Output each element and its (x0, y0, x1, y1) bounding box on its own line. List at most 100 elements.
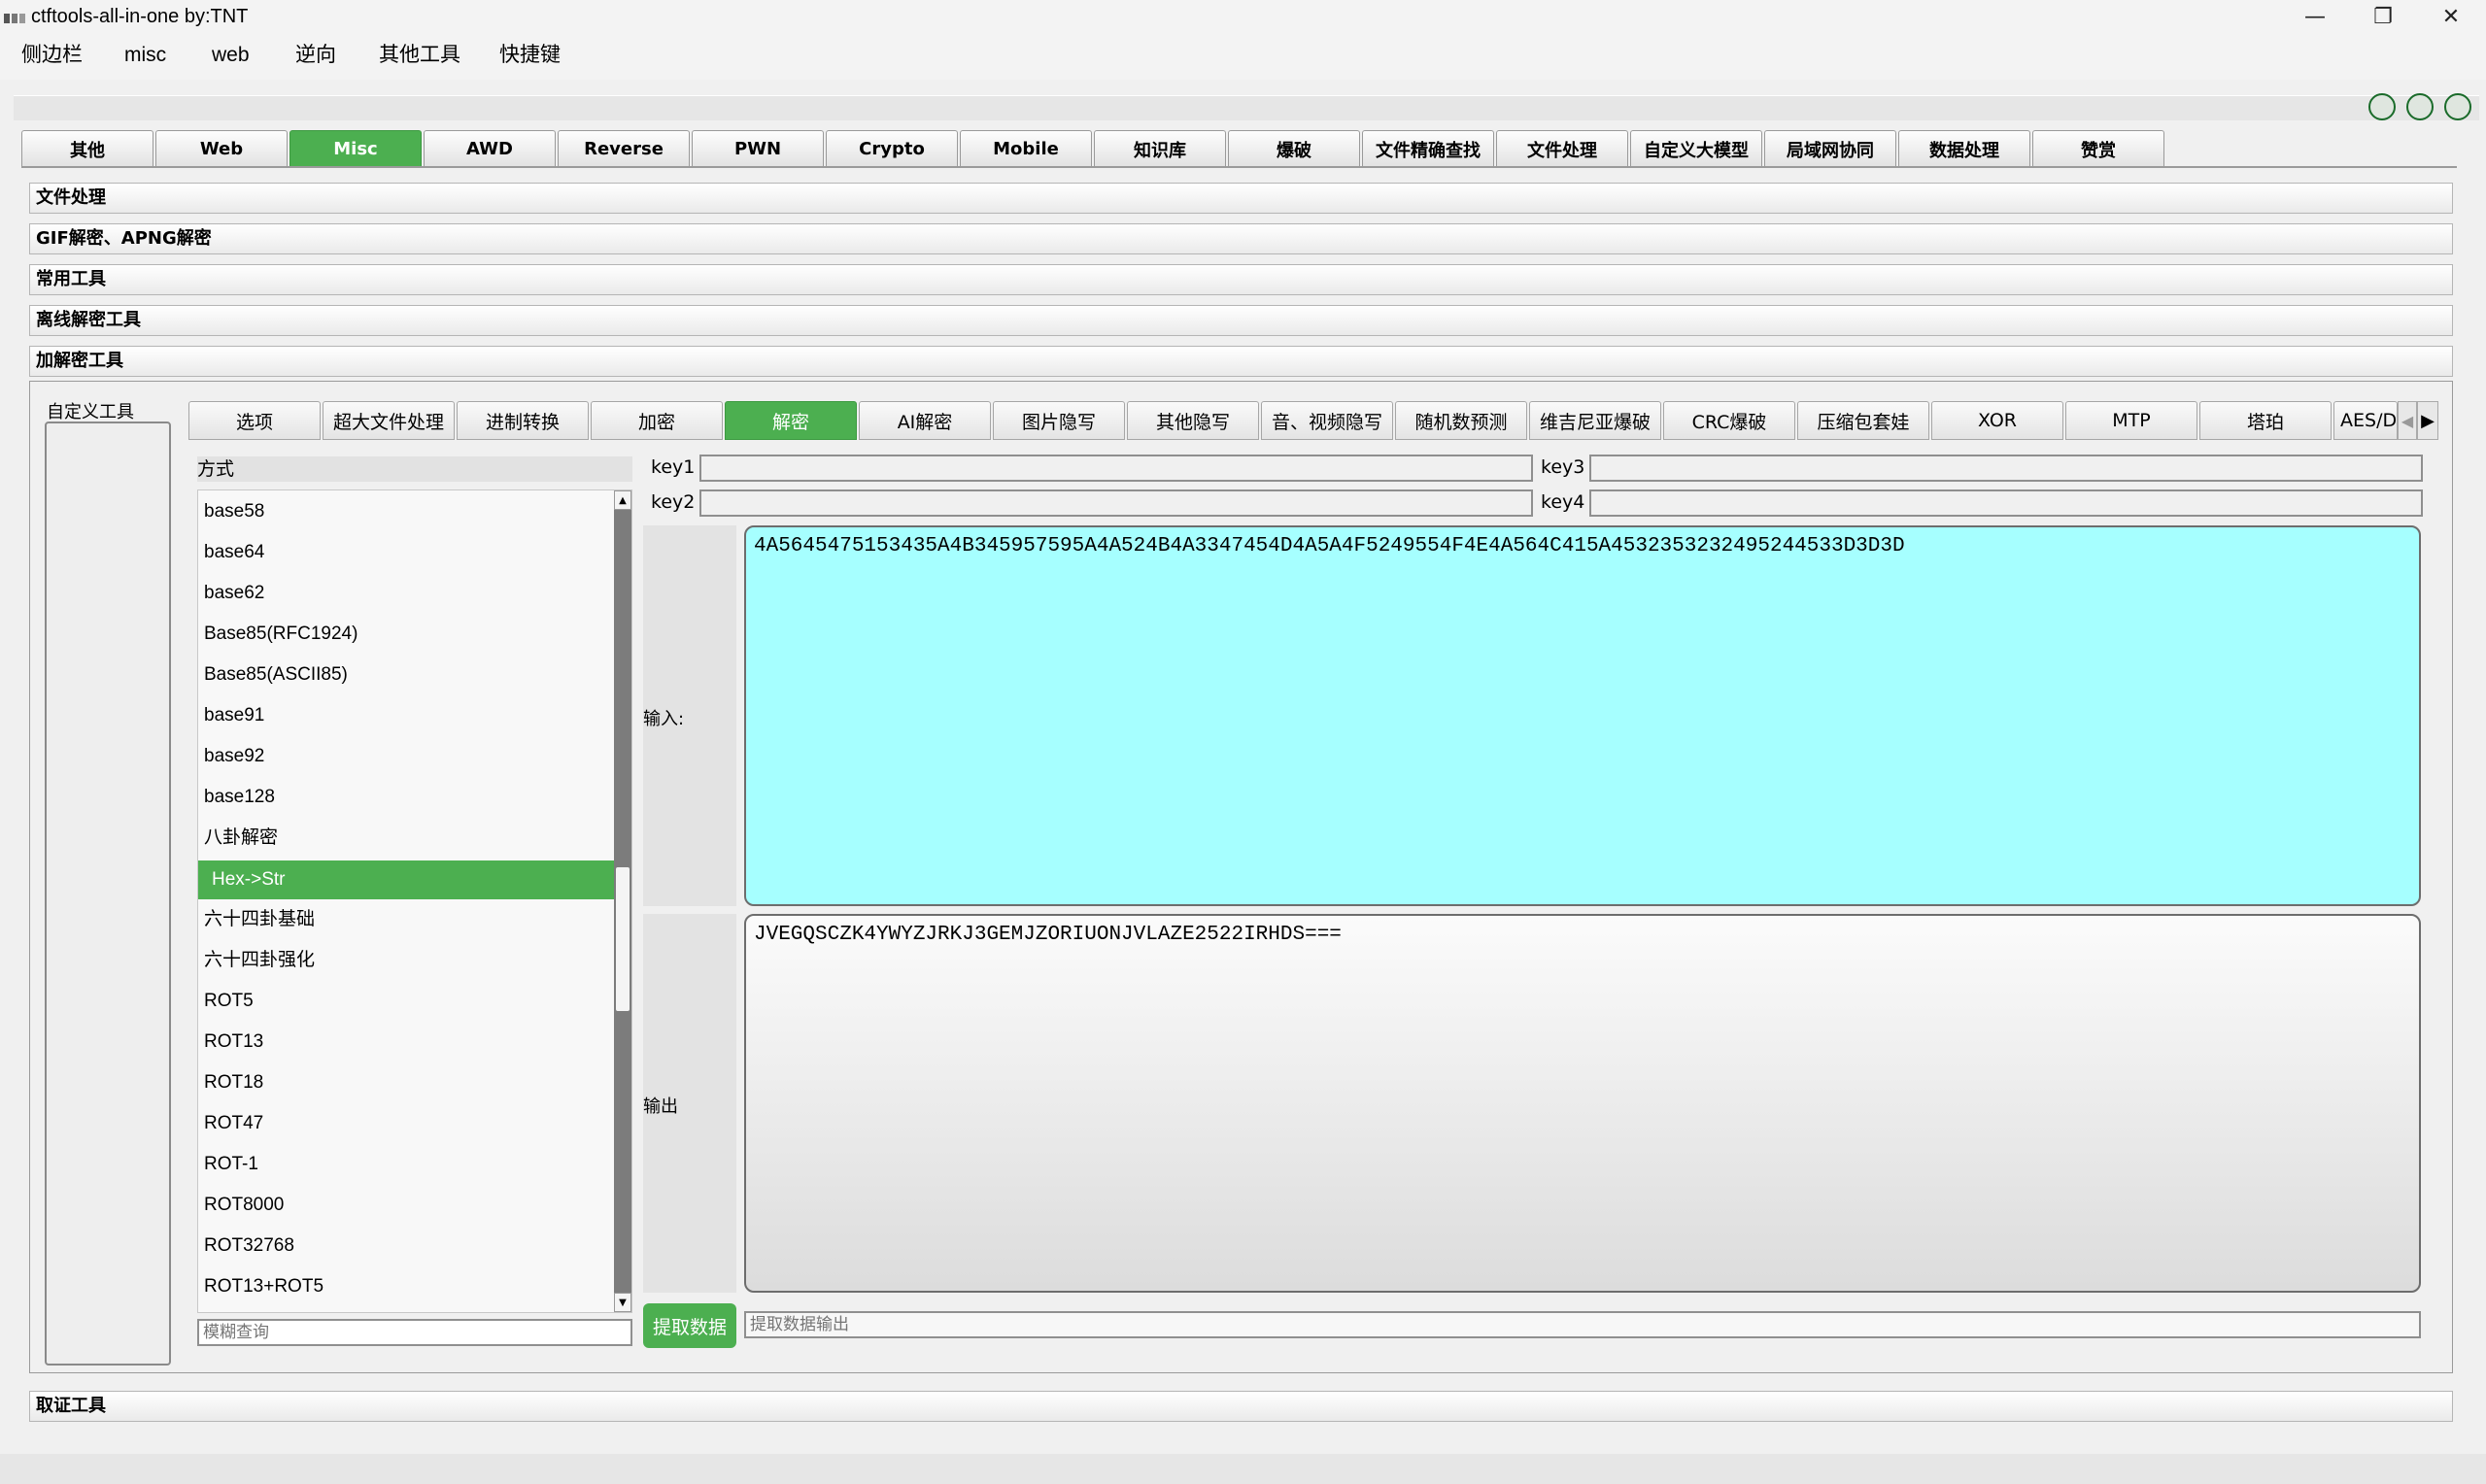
menu-bar (0, 33, 2486, 80)
key4-field[interactable] (1589, 489, 2423, 517)
subtab-image-stego[interactable]: 图片隐写 (993, 401, 1125, 440)
accordion-offline-decrypt[interactable]: 离线解密工具 (29, 305, 2453, 336)
subtab-crc-brute[interactable]: CRC爆破 (1663, 401, 1795, 440)
tab-divider (21, 166, 2457, 168)
menu-web[interactable]: web (212, 39, 250, 72)
accordion-common-tools[interactable]: 常用工具 (29, 264, 2453, 295)
menu-sidebar[interactable]: 侧边栏 (21, 39, 83, 72)
list-item[interactable]: ROT13+ROT5 (198, 1267, 616, 1306)
list-item[interactable]: Base85(ASCII85) (198, 656, 616, 694)
subtab-nested-archive[interactable]: 压缩包套娃 (1797, 401, 1929, 440)
list-item[interactable]: base64 (198, 533, 616, 572)
subtab-xor[interactable]: XOR (1931, 401, 2063, 440)
tab-reverse[interactable]: Reverse (558, 130, 690, 167)
key1-label: key1 (651, 456, 696, 478)
tab-bruteforce[interactable]: 爆破 (1228, 130, 1360, 167)
tab-custom-model[interactable]: 自定义大模型 (1630, 130, 1762, 167)
close-button[interactable]: ✕ (2417, 0, 2485, 33)
output-textarea[interactable]: JVEGQSCZK4YWYZJRKJ3GEMJZORIUONJVLAZE2522… (744, 914, 2421, 1293)
tab-other[interactable]: 其他 (21, 130, 153, 167)
scroll-down-icon[interactable]: ▼ (614, 1293, 631, 1312)
key3-field[interactable] (1589, 455, 2423, 482)
method-list-scroll-thumb[interactable] (616, 867, 630, 1011)
subtab-other-stego[interactable]: 其他隐写 (1127, 401, 1259, 440)
subtab-encrypt[interactable]: 加密 (591, 401, 723, 440)
accordion-file-processing[interactable]: 文件处理 (29, 183, 2453, 214)
list-item[interactable]: base92 (198, 737, 616, 776)
window-title: ctftools-all-in-one by:TNT (31, 6, 249, 27)
subtab-decrypt[interactable]: 解密 (725, 401, 857, 440)
tab-pwn[interactable]: PWN (692, 130, 824, 167)
method-list[interactable]: base58 base64 base62 Base85(RFC1924) Bas… (197, 489, 632, 1313)
tab-mobile[interactable]: Mobile (960, 130, 1092, 167)
tab-scroll-right-icon[interactable]: ▶ (2417, 401, 2438, 440)
list-item[interactable]: ROT8000 (198, 1186, 616, 1225)
subtab-base-convert[interactable]: 进制转换 (457, 401, 589, 440)
list-item[interactable]: ROT-1 (198, 1145, 616, 1184)
list-item[interactable]: ROT5 (198, 982, 616, 1021)
subtab-aes[interactable]: AES/D (2333, 401, 2398, 440)
list-item[interactable]: ROT13 (198, 1023, 616, 1062)
tab-data-processing[interactable]: 数据处理 (1898, 130, 2030, 167)
subtab-tapper[interactable]: 塔珀 (2199, 401, 2332, 440)
list-item[interactable]: base62 (198, 574, 616, 613)
accordion-forensics[interactable]: 取证工具 (29, 1391, 2453, 1422)
tab-awd[interactable]: AWD (424, 130, 556, 167)
list-item[interactable]: 八卦解密 (198, 819, 616, 858)
list-item[interactable]: 六十四卦强化 (198, 941, 616, 980)
extract-output-field[interactable] (744, 1311, 2421, 1338)
menu-shortcuts[interactable]: 快捷键 (499, 39, 561, 72)
subtab-mtp[interactable]: MTP (2065, 401, 2197, 440)
accordion-gif-apng[interactable]: GIF解密、APNG解密 (29, 223, 2453, 254)
tab-donate[interactable]: 赞赏 (2032, 130, 2164, 167)
circle-button-3[interactable] (2444, 93, 2471, 120)
input-textarea[interactable]: 4A5645475153435A4B345957595A4A524B4A3347… (744, 525, 2421, 906)
accordion-crypto-tools[interactable]: 加解密工具 (29, 346, 2453, 377)
status-strip (0, 1454, 2486, 1484)
tab-crypto[interactable]: Crypto (826, 130, 958, 167)
list-item[interactable]: ROT47 (198, 1104, 616, 1143)
tab-web[interactable]: Web (155, 130, 288, 167)
list-item[interactable]: Base85(RFC1924) (198, 615, 616, 654)
extract-data-button[interactable]: 提取数据 (643, 1303, 736, 1348)
circle-button-1[interactable] (2368, 93, 2396, 120)
subtab-av-stego[interactable]: 音、视频隐写 (1261, 401, 1393, 440)
menu-reverse[interactable]: 逆向 (295, 39, 336, 72)
key2-label: key2 (651, 491, 696, 513)
subtab-large-file[interactable]: 超大文件处理 (323, 401, 455, 440)
tab-file-search[interactable]: 文件精确查找 (1362, 130, 1494, 167)
scroll-up-icon[interactable]: ▲ (614, 490, 631, 510)
list-item[interactable]: base128 (198, 778, 616, 817)
minimize-button[interactable]: — (2281, 0, 2349, 33)
list-item[interactable]: base91 (198, 696, 616, 735)
tab-file-processing[interactable]: 文件处理 (1496, 130, 1628, 167)
subtab-ai-decrypt[interactable]: AI解密 (859, 401, 991, 440)
custom-tools-box (45, 422, 171, 1366)
tab-knowledge[interactable]: 知识库 (1094, 130, 1226, 167)
input-label: 输入: (643, 709, 685, 729)
subtab-vigenere-brute[interactable]: 维吉尼亚爆破 (1529, 401, 1661, 440)
list-item[interactable]: base58 (198, 492, 616, 531)
app-icon (4, 10, 25, 23)
circle-button-2[interactable] (2406, 93, 2434, 120)
menu-misc[interactable]: misc (124, 39, 166, 72)
restore-button[interactable]: ❐ (2349, 0, 2417, 33)
output-label: 输出 (643, 1096, 678, 1117)
tab-scroll-left-icon[interactable]: ◀ (2398, 401, 2417, 440)
key2-field[interactable] (699, 489, 1533, 517)
title-bar (0, 0, 2486, 33)
list-item-selected[interactable]: Hex->Str (198, 860, 616, 899)
tab-misc[interactable]: Misc (289, 130, 422, 167)
list-item[interactable]: ROT18 (198, 1063, 616, 1102)
key4-label: key4 (1541, 491, 1585, 513)
subtab-options[interactable]: 选项 (188, 401, 321, 440)
list-item[interactable]: 六十四卦基础 (198, 900, 616, 939)
method-header: 方式 (197, 456, 632, 482)
subtab-random-predict[interactable]: 随机数预测 (1395, 401, 1527, 440)
key3-label: key3 (1541, 456, 1585, 478)
key1-field[interactable] (699, 455, 1533, 482)
tab-lan-collab[interactable]: 局域网协同 (1764, 130, 1896, 167)
menu-other-tools[interactable]: 其他工具 (379, 39, 460, 72)
list-item[interactable]: ROT32768 (198, 1227, 616, 1265)
fuzzy-search-input[interactable] (197, 1319, 632, 1346)
